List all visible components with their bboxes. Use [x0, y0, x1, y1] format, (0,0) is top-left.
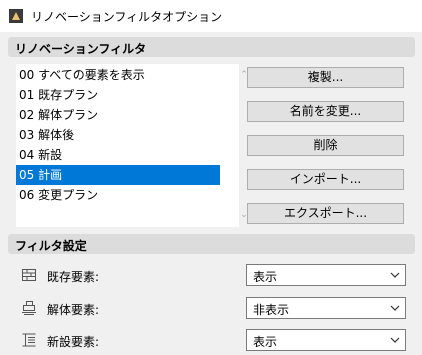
- export-button[interactable]: エクスポート...: [247, 203, 404, 224]
- filter-item-label: 06 変更プラン: [19, 188, 99, 202]
- chevron-down-icon: [390, 337, 400, 343]
- window-title: リノベーションフィルタオプション: [31, 10, 223, 24]
- demolished-elements-value: 非表示: [253, 303, 290, 317]
- existing-elements-select[interactable]: 表示: [246, 264, 406, 286]
- existing-elements-row: 既存要素: 表示: [0, 264, 422, 290]
- duplicate-button[interactable]: 複製...: [247, 67, 404, 88]
- filter-settings-header: フィルタ設定: [8, 234, 415, 254]
- app-icon: [9, 9, 23, 23]
- new-elements-select[interactable]: 表示: [246, 329, 406, 351]
- filter-settings-header-label: フィルタ設定: [15, 239, 87, 253]
- title-bar: リノベーションフィルタオプション: [0, 0, 422, 32]
- filter-item-label: 02 解体プラン: [19, 108, 99, 122]
- renovation-filters-header-label: リノベーションフィルタ: [15, 42, 147, 56]
- existing-elements-icon: [22, 269, 36, 281]
- demolished-elements-select[interactable]: 非表示: [246, 297, 406, 319]
- new-elements-value: 表示: [253, 335, 278, 349]
- chevron-down-icon: [390, 305, 400, 311]
- demolished-elements-icon: [22, 301, 36, 315]
- filter-item-label: 00 すべての要素を表示: [19, 68, 145, 82]
- renovation-filters-header: リノベーションフィルタ: [8, 37, 415, 57]
- filter-item-label: 01 既存プラン: [19, 88, 99, 102]
- filter-item-label: 03 解体後: [19, 128, 75, 142]
- new-elements-label: 新設要素:: [47, 335, 100, 349]
- new-elements-row: 新設要素: 表示: [0, 329, 422, 355]
- rename-button[interactable]: 名前を変更...: [247, 101, 404, 122]
- filter-item-label: 04 新設: [19, 148, 63, 162]
- filter-item-06[interactable]: 06 変更プラン: [16, 185, 220, 205]
- filter-item-05[interactable]: 05 計画: [16, 165, 220, 185]
- filter-item-02[interactable]: 02 解体プラン: [16, 105, 220, 125]
- new-elements-icon: [22, 333, 36, 347]
- filter-item-00[interactable]: 00 すべての要素を表示: [16, 65, 220, 85]
- demolished-elements-row: 解体要素: 非表示: [0, 297, 422, 323]
- filter-item-03[interactable]: 03 解体後: [16, 125, 220, 145]
- filter-item-label: 05 計画: [19, 168, 63, 182]
- delete-button[interactable]: 削除: [247, 135, 404, 156]
- import-button[interactable]: インポート...: [247, 169, 404, 190]
- filter-list[interactable]: 00 すべての要素を表示 01 既存プラン 02 解体プラン 03 解体後 04…: [15, 64, 248, 227]
- existing-elements-value: 表示: [253, 270, 278, 284]
- chevron-down-icon: [390, 272, 400, 278]
- existing-elements-label: 既存要素:: [47, 270, 100, 284]
- demolished-elements-label: 解体要素:: [47, 303, 100, 317]
- filter-item-04[interactable]: 04 新設: [16, 145, 220, 165]
- filter-item-01[interactable]: 01 既存プラン: [16, 85, 220, 105]
